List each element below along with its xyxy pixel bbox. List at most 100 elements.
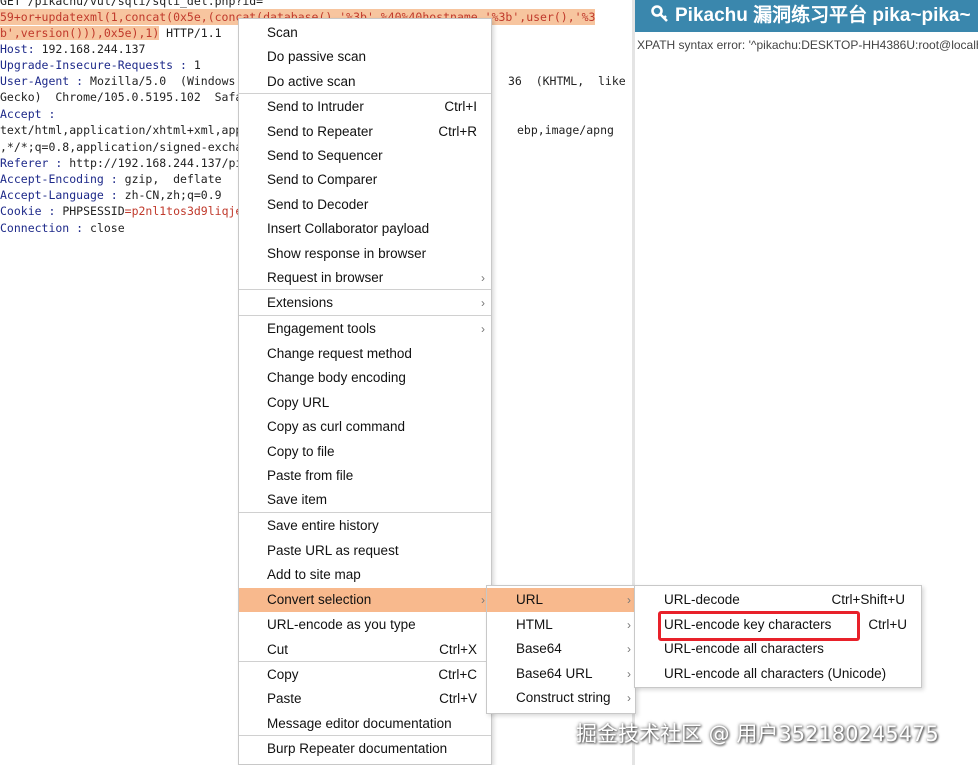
- menu-item-do-active-scan[interactable]: Do active scan: [239, 70, 491, 94]
- chevron-right-icon: ›: [627, 593, 631, 607]
- menu-item-shortcut: Ctrl+R: [438, 124, 477, 139]
- menu-item-label: Send to Repeater: [267, 124, 373, 139]
- menu-item-paste[interactable]: Paste Ctrl+V: [239, 687, 491, 711]
- submenu-item-construct-string[interactable]: Construct string ›: [487, 686, 635, 710]
- header-value: http://192.168.244.137/pik: [69, 156, 250, 170]
- menu-item-scan[interactable]: Scan: [239, 21, 491, 45]
- page-header: Pikachu 漏洞练习平台 pika~pika~: [635, 0, 978, 32]
- header-value: Mozilla/5.0 (Windows N: [90, 74, 250, 88]
- menu-item-change-body-encoding[interactable]: Change body encoding: [239, 366, 491, 390]
- menu-item-label: Add to site map: [267, 567, 361, 582]
- menu-item-message-editor-documentation[interactable]: Message editor documentation: [239, 712, 491, 736]
- menu-item-send-to-repeater[interactable]: Send to Repeater Ctrl+R: [239, 120, 491, 144]
- menu-item-label: Paste: [267, 691, 302, 706]
- page-title: Pikachu 漏洞练习平台 pika~pika~: [675, 5, 971, 26]
- menu-item-send-to-sequencer[interactable]: Send to Sequencer: [239, 144, 491, 168]
- header-value: text/html,application/xhtml+xml,appl: [0, 123, 250, 137]
- menu-item-label: URL-encode as you type: [267, 617, 416, 632]
- menu-item-copy-as-curl-command[interactable]: Copy as curl command: [239, 415, 491, 439]
- menu-item-send-to-decoder[interactable]: Send to Decoder: [239, 193, 491, 217]
- menu-item-label: Cut: [267, 642, 289, 657]
- submenu-item-base64-url[interactable]: Base64 URL ›: [487, 662, 635, 686]
- menu-item-label: Copy as curl command: [267, 419, 406, 434]
- menu-item-label: Send to Comparer: [267, 172, 378, 187]
- menu-item-shortcut: Ctrl+U: [868, 617, 907, 632]
- header-separator: :: [69, 221, 91, 235]
- header-value: PHPSESSID: [62, 204, 125, 218]
- menu-item-show-response-in-browser[interactable]: Show response in browser: [239, 242, 491, 266]
- menu-item-label: HTML: [516, 617, 553, 632]
- header-value: ,*/*;q=0.8,application/signed-exchan: [0, 140, 250, 154]
- menu-item-label: Do passive scan: [267, 49, 367, 64]
- menu-item-send-to-intruder[interactable]: Send to Intruder Ctrl+I: [239, 95, 491, 119]
- http-version: HTTP/1.1: [159, 26, 222, 40]
- menu-item-label: Change body encoding: [267, 370, 406, 385]
- menu-item-do-passive-scan[interactable]: Do passive scan: [239, 45, 491, 69]
- menu-item-url-encode-as-you-type[interactable]: URL-encode as you type: [239, 613, 491, 637]
- chevron-right-icon: ›: [627, 642, 631, 656]
- header-value: close: [90, 221, 125, 235]
- header-name: User-Agent: [0, 74, 70, 88]
- convert-selection-submenu: URL › HTML › Base64 › Base64 URL › Construct str…: [486, 585, 636, 714]
- submenu-item-html[interactable]: HTML ›: [487, 613, 635, 637]
- header-line: Accept-Encoding : gzip, deflate: [0, 171, 222, 187]
- submenu-item-base64[interactable]: Base64 ›: [487, 637, 635, 661]
- menu-item-add-to-site-map[interactable]: Add to site map: [239, 563, 491, 587]
- header-name: Host: [0, 42, 28, 56]
- header-line: text/html,application/xhtml+xml,appl: [0, 122, 249, 138]
- menu-item-label: Engagement tools: [267, 321, 376, 336]
- header-value: Gecko) Chrome/105.0.5195.102 Safar: [0, 90, 250, 104]
- header-line: User-Agent : Mozilla/5.0 (Windows N: [0, 73, 249, 89]
- menu-item-save-item[interactable]: Save item: [239, 488, 491, 512]
- menu-item-label: Construct string: [516, 690, 611, 705]
- menu-item-copy-to-file[interactable]: Copy to file: [239, 440, 491, 464]
- chevron-right-icon: ›: [481, 322, 485, 336]
- menu-item-label: Message editor documentation: [267, 716, 452, 731]
- menu-item-shortcut: Ctrl+V: [439, 691, 477, 706]
- cookie-value: =p2nl1tos3d9liqje: [124, 204, 243, 218]
- menu-item-paste-from-file[interactable]: Paste from file: [239, 464, 491, 488]
- header-value: 192.168.244.137: [41, 42, 146, 56]
- menu-item-paste-url-as-request[interactable]: Paste URL as request: [239, 539, 491, 563]
- header-name: Cookie: [0, 204, 42, 218]
- menu-item-request-in-browser[interactable]: Request in browser ›: [239, 266, 491, 290]
- menu-item-shortcut: Ctrl+Shift+U: [831, 592, 905, 607]
- menu-item-label: Send to Sequencer: [267, 148, 383, 163]
- menu-item-shortcut: Ctrl+I: [444, 99, 477, 114]
- menu-item-insert-collaborator-payload[interactable]: Insert Collaborator payload: [239, 217, 491, 241]
- menu-item-convert-selection[interactable]: Convert selection ›: [239, 588, 491, 612]
- header-line: ,*/*;q=0.8,application/signed-exchan: [0, 139, 249, 155]
- request-line-path: GET /pikachu/vul/sqli/sqli_del.php?id=: [0, 0, 264, 8]
- annotation-highlight-box: [658, 611, 860, 641]
- menu-item-extensions[interactable]: Extensions ›: [239, 291, 491, 315]
- chevron-right-icon: ›: [627, 667, 631, 681]
- menu-item-engagement-tools[interactable]: Engagement tools ›: [239, 317, 491, 341]
- menu-item-label: Copy URL: [267, 395, 330, 410]
- header-line: Gecko) Chrome/105.0.5195.102 Safar: [0, 89, 249, 105]
- menu-item-label: Copy: [267, 667, 299, 682]
- menu-item-send-to-comparer[interactable]: Send to Comparer: [239, 168, 491, 192]
- url-item-url-decode[interactable]: URL-decode Ctrl+Shift+U: [635, 588, 921, 612]
- header-separator: :: [103, 188, 125, 202]
- menu-item-burp-repeater-documentation[interactable]: Burp Repeater documentation: [239, 737, 491, 761]
- menu-item-copy[interactable]: Copy Ctrl+C: [239, 663, 491, 687]
- header-name: Connection: [0, 221, 70, 235]
- menu-item-label: Show response in browser: [267, 246, 427, 261]
- submenu-item-url[interactable]: URL ›: [487, 588, 635, 612]
- header-name: Upgrade-Insecure-Requests: [0, 58, 174, 72]
- menu-item-cut[interactable]: Cut Ctrl+X: [239, 638, 491, 662]
- menu-item-change-request-method[interactable]: Change request method: [239, 342, 491, 366]
- menu-item-label: Insert Collaborator payload: [267, 221, 430, 236]
- chevron-right-icon: ›: [627, 618, 631, 632]
- menu-separator: [239, 315, 491, 316]
- menu-item-label: Change request method: [267, 346, 412, 361]
- request-line-version: b',version())),0x5e),1) HTTP/1.1: [0, 25, 222, 41]
- menu-item-label: Burp Repeater documentation: [267, 741, 448, 756]
- header-separator: :: [173, 58, 194, 72]
- url-item-url-encode-all-characters-unicode[interactable]: URL-encode all characters (Unicode): [635, 662, 921, 686]
- menu-item-copy-url[interactable]: Copy URL: [239, 391, 491, 415]
- menu-item-save-entire-history[interactable]: Save entire history: [239, 514, 491, 538]
- menu-item-label: Send to Intruder: [267, 99, 364, 114]
- menu-item-label: Save item: [267, 492, 328, 507]
- menu-item-label: URL: [516, 592, 544, 607]
